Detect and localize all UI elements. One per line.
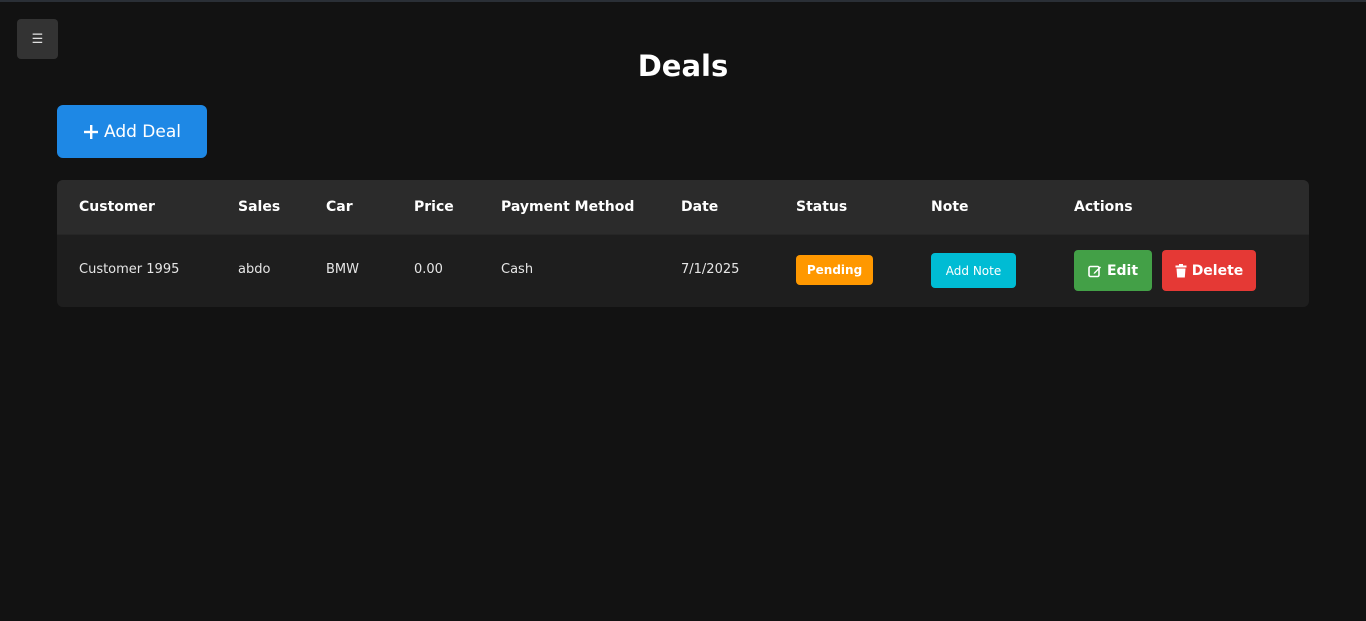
column-header-payment-method: Payment Method (501, 199, 635, 215)
table-header: Customer Sales Car Price Payment Method … (57, 180, 1309, 234)
cell-price: 0.00 (414, 262, 443, 277)
deals-table: Customer Sales Car Price Payment Method … (57, 180, 1309, 307)
top-border (0, 0, 1366, 2)
add-deal-label: Add Deal (103, 121, 181, 142)
edit-label: Edit (1106, 262, 1139, 279)
edit-icon (1088, 264, 1102, 278)
delete-button[interactable]: Delete (1162, 250, 1256, 291)
cell-payment-method: Cash (501, 262, 534, 277)
delete-label: Delete (1191, 262, 1244, 279)
edit-button[interactable]: Edit (1074, 250, 1152, 291)
cell-customer: Customer 1995 (79, 262, 180, 277)
column-header-car: Car (326, 199, 353, 215)
column-header-sales: Sales (238, 199, 281, 215)
column-header-price: Price (414, 199, 454, 215)
cell-car: BMW (326, 262, 359, 277)
cell-sales: abdo (238, 262, 271, 277)
column-header-status: Status (796, 199, 848, 215)
column-header-customer: Customer (79, 199, 155, 215)
add-deal-button[interactable]: Add Deal (57, 105, 207, 158)
status-badge: Pending (796, 255, 873, 285)
trash-icon (1175, 263, 1187, 278)
add-note-button[interactable]: Add Note (931, 253, 1016, 288)
page-title: Deals (637, 49, 729, 83)
cell-date: 7/1/2025 (681, 262, 740, 277)
column-header-actions: Actions (1074, 199, 1133, 215)
column-header-date: Date (681, 199, 719, 215)
column-header-note: Note (931, 199, 969, 215)
plus-icon (83, 124, 99, 140)
